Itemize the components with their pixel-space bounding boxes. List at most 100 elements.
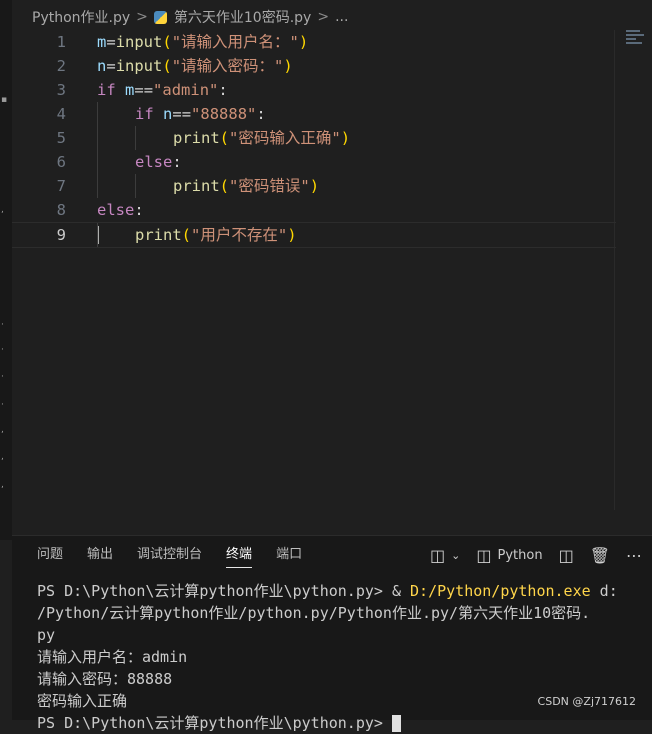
minimap[interactable] (626, 30, 644, 46)
code-token: ) (283, 57, 293, 75)
code-token: print (173, 129, 220, 147)
indent-guide (97, 102, 98, 126)
panel-tab[interactable]: 终端 (226, 536, 253, 574)
indent-guide (135, 174, 136, 198)
code-editor[interactable]: 1 m=input("请输入用户名：") 2 n=input("请输入密码：") 3 if… (12, 30, 616, 530)
gutter-mark: · (1, 320, 4, 330)
terminal-line: py (37, 624, 642, 646)
breadcrumb-file[interactable]: Python作业.py (32, 7, 130, 27)
code-line[interactable]: 7 print("密码错误") (12, 174, 616, 198)
line-number: 6 (56, 153, 66, 171)
code-token: = (106, 33, 116, 51)
terminal-icon: ◫ (476, 545, 492, 565)
panel-tab[interactable]: 端口 (276, 536, 302, 574)
code-token: m (97, 33, 107, 51)
python-file-icon (153, 10, 167, 24)
line-number: 4 (56, 105, 66, 123)
code-line[interactable]: 3 if m=="admin": (12, 78, 616, 102)
breadcrumb-separator: > (317, 9, 330, 25)
terminal-text: 请输入用户名：admin (37, 648, 188, 666)
chevron-down-icon: ⌄ (451, 548, 461, 562)
gutter-mark: ▪ (1, 95, 8, 105)
panel-tab[interactable]: 调试控制台 (137, 536, 202, 574)
code-line[interactable]: 9 print("用户不存在") (12, 222, 616, 248)
watermark: CSDN @Zj717612 (537, 695, 636, 708)
indent-guide (135, 126, 136, 150)
terminal-text: 密码输入正确 (37, 692, 128, 710)
code-line[interactable]: 5 print("密码输入正确") (12, 126, 616, 150)
split-layout-icon: ◫ (430, 545, 446, 565)
code-token: ) (287, 226, 297, 244)
code-token: == (172, 105, 192, 123)
code-line[interactable]: 1 m=input("请输入用户名：") (12, 30, 616, 54)
terminal-text: py (37, 626, 56, 644)
line-number: 7 (56, 177, 66, 195)
ellipsis-icon[interactable]: ⋯ (626, 546, 642, 565)
activity-bar-edge: ▪ , · · · · , , , (0, 0, 12, 540)
code-text: if n=="88888": (135, 102, 266, 126)
code-token: else (97, 201, 135, 219)
code-token: == (134, 81, 154, 99)
terminal-line: PS D:\Python\云计算python作业\python.py> (37, 712, 642, 734)
code-token: ( (219, 177, 230, 195)
breadcrumb-separator: > (136, 9, 148, 25)
split-terminal-icon[interactable]: ◫ (559, 546, 574, 565)
code-token: : (134, 201, 144, 219)
line-number: 2 (56, 57, 66, 75)
panel-actions: ◫ ⌄ ◫ Python ◫ 🗑 ⋯ (430, 536, 642, 574)
terminal-line: 请输入用户名：admin (37, 646, 642, 668)
trash-icon[interactable]: 🗑 (590, 546, 610, 565)
code-token: input (115, 33, 163, 51)
code-line[interactable]: 8 else: (12, 198, 616, 222)
code-line[interactable]: 4 if n=="88888": (12, 102, 616, 126)
panel-tab[interactable]: 输出 (87, 536, 113, 574)
code-token: "密码输入正确" (229, 129, 341, 147)
code-line[interactable]: 6 else: (12, 150, 616, 174)
terminal-line: PS D:\Python\云计算python作业\python.py> & D:… (37, 580, 642, 602)
terminal-shell-selector[interactable]: ◫ Python (476, 546, 542, 565)
code-token: ( (181, 226, 192, 244)
terminal-text: 请输入密码：88888 (37, 670, 173, 688)
indent-guide (97, 150, 98, 174)
code-token: ( (219, 129, 230, 147)
code-text: n=input("请输入密码：") (97, 54, 293, 78)
code-token: : (172, 153, 182, 171)
line-number: 9 (56, 226, 66, 244)
terminal-output[interactable]: PS D:\Python\云计算python作业\python.py> & D:… (37, 580, 642, 734)
gutter-mark: · (1, 345, 4, 355)
code-text: m=input("请输入用户名：") (97, 30, 308, 54)
split-layout-button[interactable]: ◫ ⌄ (430, 546, 460, 565)
code-token: = (106, 57, 116, 75)
gutter-mark: , (1, 452, 4, 462)
code-token: ) (309, 177, 320, 195)
code-token: ( (162, 33, 172, 51)
breadcrumb: Python作业.py > 第六天作业10密码.py > ... (12, 0, 652, 34)
code-token: : (218, 81, 228, 99)
code-token: n (163, 105, 173, 123)
breadcrumb-more[interactable]: ... (335, 9, 348, 25)
code-token: "admin" (153, 81, 219, 99)
code-token: if (135, 105, 154, 123)
terminal-text: /Python/云计算python作业/python.py/Python作业.p… (37, 604, 591, 622)
code-token: m (125, 81, 135, 99)
terminal-text: PS D:\Python\云计算python作业\python.py> & (37, 582, 411, 600)
code-token: "请输入密码：" (171, 57, 284, 75)
code-text: print("用户不存在") (97, 223, 297, 247)
terminal-command: D:/Python/python.exe (410, 582, 591, 600)
breadcrumb-current-file[interactable]: 第六天作业10密码.py (174, 7, 311, 27)
indent-guide (97, 174, 98, 198)
code-token: ( (162, 57, 172, 75)
terminal-cursor (391, 715, 401, 732)
code-token: "88888" (191, 105, 257, 123)
code-token: "请输入用户名：" (171, 33, 299, 51)
code-token: "用户不存在" (191, 226, 288, 244)
code-line[interactable]: 2 n=input("请输入密码：") (12, 54, 616, 78)
code-token: : (256, 105, 266, 123)
indent-guide (97, 223, 98, 247)
code-text: if m=="admin": (97, 78, 228, 102)
gutter-mark: · (1, 400, 4, 410)
panel-tab[interactable]: 问题 (37, 536, 63, 574)
indent-guide (97, 126, 98, 150)
gutter-mark: · (1, 372, 4, 382)
